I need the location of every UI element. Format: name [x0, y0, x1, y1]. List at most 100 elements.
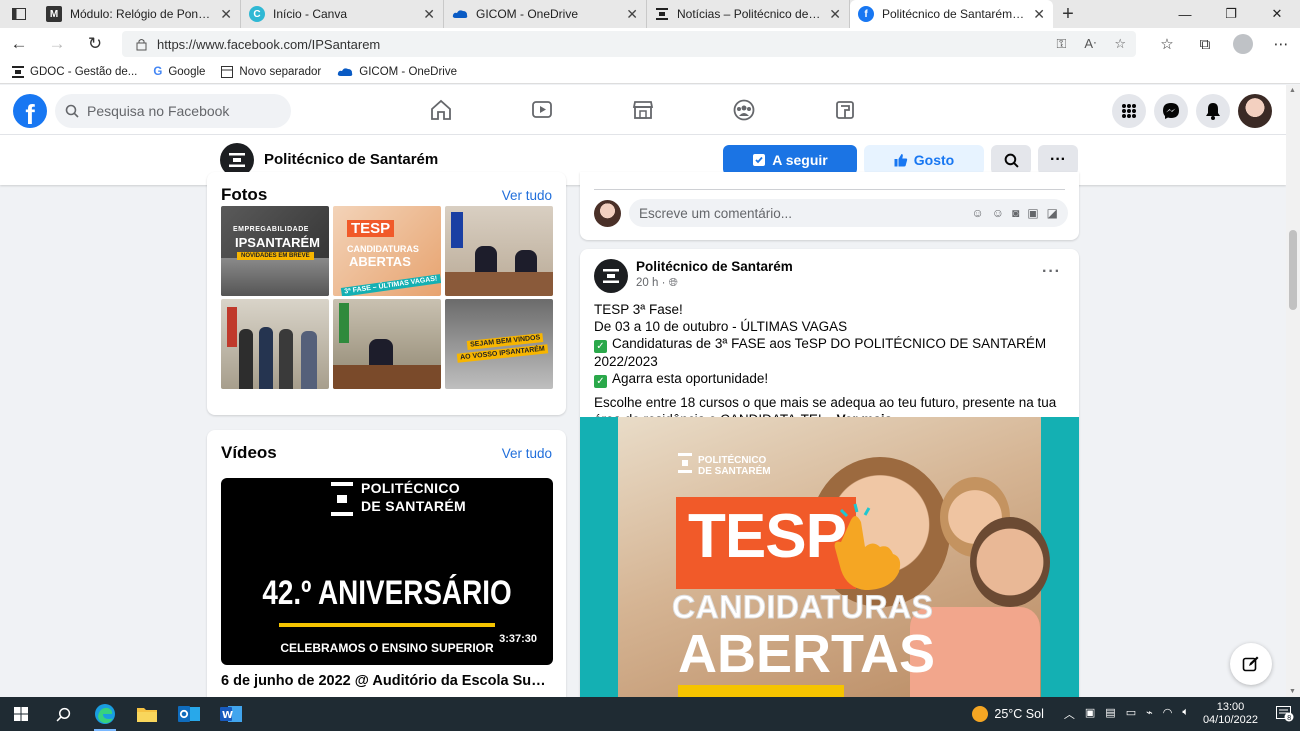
- volume-icon[interactable]: 🔈︎: [1182, 706, 1189, 722]
- taskbar-word[interactable]: W: [210, 697, 252, 731]
- page-name[interactable]: Politécnico de Santarém: [264, 151, 438, 168]
- usb-icon[interactable]: ⌁: [1146, 706, 1153, 722]
- photo-thumbnail[interactable]: [445, 206, 553, 296]
- nav-gaming[interactable]: [794, 85, 895, 135]
- scrollbar-thumb[interactable]: [1289, 230, 1297, 310]
- photo-thumbnail[interactable]: [333, 299, 441, 389]
- photo-text: IPSANTARÉM: [235, 235, 320, 250]
- back-button[interactable]: ←: [0, 28, 38, 60]
- post-options-button[interactable]: ···: [1042, 263, 1061, 281]
- read-aloud-icon[interactable]: Aᐧ: [1084, 36, 1096, 52]
- thumbs-up-icon: [894, 154, 907, 167]
- tab-actions-button[interactable]: [0, 0, 38, 28]
- scroll-down-arrow-icon[interactable]: ▼: [1289, 688, 1296, 695]
- nav-watch[interactable]: [491, 85, 592, 135]
- page-more-button[interactable]: ···: [1038, 145, 1078, 175]
- photo-thumbnail[interactable]: [221, 299, 329, 389]
- weather-widget[interactable]: 25°C Sol: [972, 706, 1044, 722]
- bookmark-gicom-onedrive[interactable]: GICOM - OneDrive: [337, 66, 457, 78]
- taskbar-file-explorer[interactable]: [126, 697, 168, 731]
- start-button[interactable]: [0, 697, 42, 731]
- browser-tab-moodle[interactable]: M Módulo: Relógio de Ponto SAS ✕: [38, 0, 241, 28]
- photo-thumbnail[interactable]: EMPREGABILIDADE IPSANTARÉM NOVIDADES EM …: [221, 206, 329, 296]
- gif-icon[interactable]: ▣: [1027, 206, 1038, 220]
- taskbar-outlook[interactable]: [168, 697, 210, 731]
- post-author-avatar[interactable]: [594, 259, 628, 293]
- key-icon[interactable]: ⚿: [1056, 36, 1066, 52]
- refresh-button[interactable]: ↻: [76, 28, 114, 60]
- nav-marketplace[interactable]: [592, 85, 693, 135]
- favorites-icon[interactable]: ☆: [1148, 35, 1186, 53]
- close-icon[interactable]: ✕: [829, 6, 841, 23]
- emoji-icon[interactable]: ☺: [992, 206, 1004, 220]
- facebook-logo-letter: f: [25, 99, 35, 128]
- yellow-bar: [678, 685, 844, 697]
- candidaturas-text: CANDIDATURAS: [671, 589, 934, 626]
- post-author-name[interactable]: Politécnico de Santarém: [636, 259, 793, 274]
- security-icon[interactable]: ▣: [1085, 706, 1095, 722]
- new-message-button[interactable]: [1230, 643, 1272, 685]
- clock-time: 13:00: [1216, 701, 1245, 713]
- photo-text: ABERTAS: [349, 254, 411, 269]
- camera-icon[interactable]: ◙: [1012, 206, 1019, 220]
- close-icon[interactable]: ✕: [1033, 6, 1045, 23]
- video-divider: [279, 623, 495, 627]
- bookmark-label: Google: [168, 65, 206, 78]
- settings-more-icon[interactable]: ⋯: [1262, 35, 1300, 53]
- close-icon[interactable]: ✕: [220, 6, 232, 23]
- bookmark-google[interactable]: G Google: [153, 66, 205, 78]
- bookmark-gdoc[interactable]: GDOC - Gestão de...: [12, 65, 137, 78]
- notifications-button[interactable]: [1196, 94, 1230, 128]
- post-image[interactable]: POLITÉCNICO DE SANTARÉM TESP CANDIDATURA…: [580, 417, 1079, 697]
- avatar-sticker-icon[interactable]: ☺: [972, 206, 984, 220]
- facebook-logo[interactable]: f: [13, 94, 47, 128]
- browser-tab-facebook[interactable]: f Politécnico de Santarém | Facebook ✕: [850, 0, 1053, 28]
- maximize-icon[interactable]: ❐: [1208, 0, 1254, 28]
- videos-see-all-link[interactable]: Ver tudo: [502, 446, 552, 461]
- close-window-icon[interactable]: ✕: [1254, 0, 1300, 28]
- nav-groups[interactable]: [693, 85, 794, 135]
- comment-input[interactable]: Escreve um comentário... ☺ ☺ ◙ ▣ ◪: [629, 199, 1068, 227]
- account-avatar[interactable]: [1238, 94, 1272, 128]
- chevron-up-icon[interactable]: ︿: [1064, 706, 1075, 722]
- page-scrollbar[interactable]: ▲ ▼: [1286, 85, 1300, 697]
- close-icon[interactable]: ✕: [626, 6, 638, 23]
- nav-home[interactable]: [390, 85, 491, 135]
- edge-icon: [95, 704, 115, 724]
- bookmark-novo-separador[interactable]: Novo separador: [221, 65, 321, 78]
- search-button[interactable]: [42, 697, 84, 731]
- new-tab-button[interactable]: +: [1053, 0, 1083, 28]
- photos-see-all-link[interactable]: Ver tudo: [502, 188, 552, 203]
- photo-thumbnail[interactable]: SEJAM BEM VINDOS AO VOSSO IPSANTARÉM: [445, 299, 553, 389]
- image-brand-text: POLITÉCNICO: [698, 455, 767, 466]
- page-search-button[interactable]: [991, 145, 1031, 175]
- wifi-icon[interactable]: ◠: [1163, 706, 1173, 722]
- video-thumbnail[interactable]: POLITÉCNICO DE SANTARÉM 42.º ANIVERSÁRIO…: [221, 478, 553, 665]
- facebook-search[interactable]: Pesquisa no Facebook: [55, 94, 291, 128]
- browser-tab-onedrive[interactable]: GICOM - OneDrive ✕: [444, 0, 647, 28]
- close-icon[interactable]: ✕: [423, 6, 435, 23]
- photo-thumbnail[interactable]: TESP CANDIDATURAS ABERTAS 3ª FASE – ÚLTI…: [333, 206, 441, 296]
- add-favorite-icon[interactable]: ☆: [1114, 36, 1126, 52]
- collections-icon[interactable]: ⧉: [1186, 36, 1224, 53]
- profile-button[interactable]: [1224, 34, 1262, 54]
- browser-tab-noticias[interactable]: Notícias – Politécnico de Santarém ✕: [647, 0, 850, 28]
- watch-icon: [531, 101, 552, 118]
- menu-button[interactable]: [1112, 94, 1146, 128]
- address-bar[interactable]: https://www.facebook.com/IPSantarem ⚿ Aᐧ…: [122, 31, 1136, 57]
- like-page-button[interactable]: Gosto: [864, 145, 984, 175]
- minimize-icon[interactable]: —: [1162, 0, 1208, 28]
- following-button[interactable]: A seguir: [723, 145, 857, 175]
- app-tray-icon[interactable]: ▤: [1105, 706, 1115, 722]
- browser-tab-canva[interactable]: C Início - Canva ✕: [241, 0, 444, 28]
- forward-button[interactable]: →: [38, 28, 76, 60]
- taskbar-edge[interactable]: [84, 697, 126, 731]
- video-caption[interactable]: 6 de junho de 2022 @ Auditório da Escola…: [221, 673, 553, 689]
- battery-icon[interactable]: ▭: [1126, 706, 1136, 722]
- clock[interactable]: 13:00 04/10/2022: [1203, 701, 1258, 727]
- scroll-up-arrow-icon[interactable]: ▲: [1289, 87, 1296, 94]
- post-timestamp[interactable]: 20 h · 🌐︎: [636, 277, 793, 290]
- messenger-button[interactable]: [1154, 94, 1188, 128]
- sticker-icon[interactable]: ◪: [1047, 206, 1058, 220]
- notification-center-button[interactable]: 8: [1270, 706, 1300, 722]
